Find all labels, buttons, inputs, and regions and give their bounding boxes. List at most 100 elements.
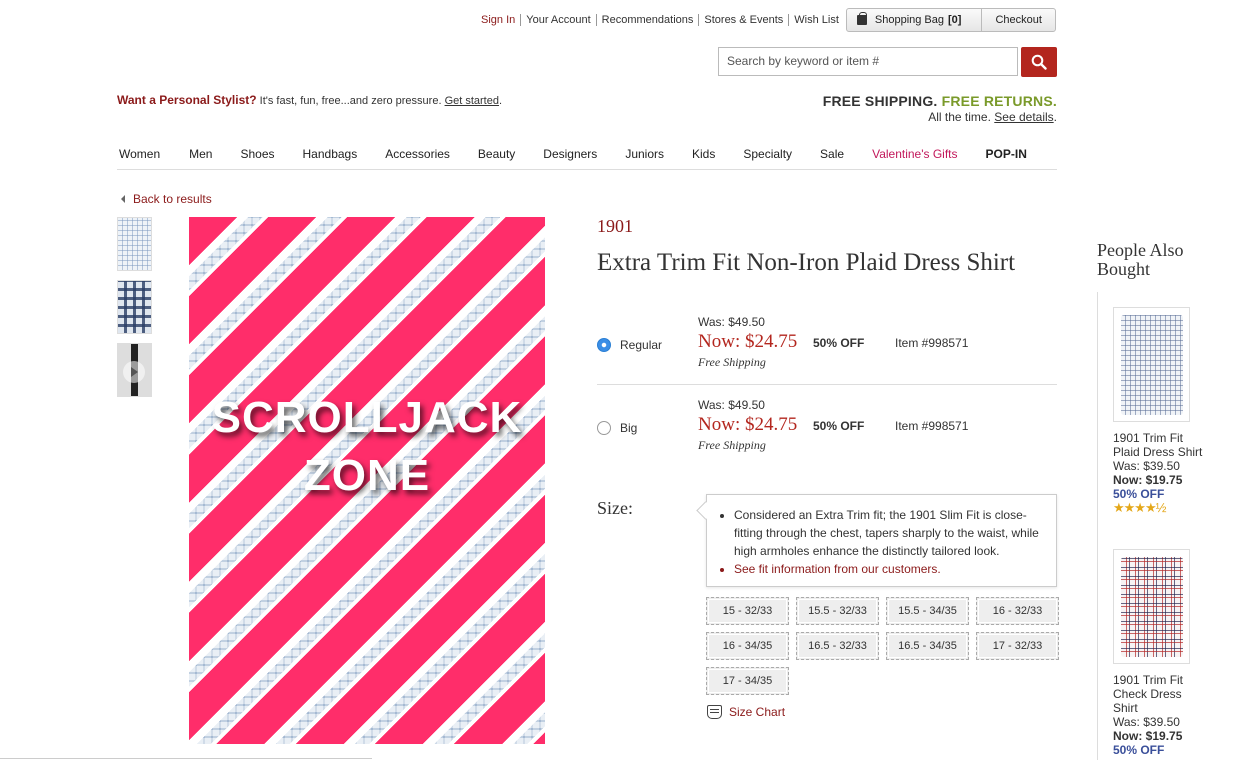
back-label: Back to results — [133, 192, 212, 206]
scrolljack-line2: ZONE — [303, 451, 431, 500]
was-price: Was: $49.50 — [698, 398, 765, 412]
stores-events-link[interactable]: Stores & Events — [699, 14, 790, 26]
option-label: Regular — [620, 338, 663, 352]
item-number: Item #998571 — [895, 419, 969, 433]
size-option[interactable]: 17 - 32/33 — [976, 632, 1059, 660]
see-details-link[interactable]: See details — [994, 110, 1053, 124]
size-option[interactable]: 16 - 34/35 — [706, 632, 789, 660]
size-chart-icon — [707, 705, 722, 719]
shirt-thumbnail — [1120, 556, 1183, 657]
pab-product-image[interactable] — [1113, 549, 1190, 664]
pab-now-price: $19.75 — [1145, 729, 1183, 743]
free-shipping-note: Free Shipping — [698, 438, 766, 452]
option-label: Big — [620, 421, 638, 435]
play-icon — [123, 361, 145, 383]
nav-women[interactable]: Women — [119, 147, 160, 161]
utility-bar: Sign In Your Account Recommendations Sto… — [476, 8, 1056, 32]
nav-specialty[interactable]: Specialty — [743, 147, 792, 161]
pab-divider — [1097, 292, 1098, 760]
pab-product-image[interactable] — [1113, 307, 1190, 422]
scrolljack-line1: SCROLLJACK — [211, 393, 523, 442]
product-brand[interactable]: 1901 — [597, 216, 633, 237]
size-option[interactable]: 15.5 - 32/33 — [796, 597, 879, 625]
size-chart-link[interactable]: Size Chart — [707, 705, 785, 719]
size-option[interactable]: 15.5 - 34/35 — [886, 597, 969, 625]
pab-product-name[interactable]: 1901 Trim Fit Check Dress Shirt — [1113, 673, 1203, 715]
pab-product-name[interactable]: 1901 Trim Fit Plaid Dress Shirt — [1113, 431, 1203, 459]
stylist-period: . — [498, 95, 503, 107]
nav-shoes[interactable]: Shoes — [240, 147, 274, 161]
radio-regular[interactable] — [597, 338, 611, 352]
recommendations-link[interactable]: Recommendations — [597, 14, 700, 26]
nav-designers[interactable]: Designers — [543, 147, 597, 161]
people-also-bought-title: People Also Bought — [1097, 240, 1184, 279]
nav-kids[interactable]: Kids — [692, 147, 715, 161]
bag-count: [0] — [948, 14, 962, 26]
pab-discount: 50% OFF — [1113, 743, 1165, 757]
sign-in-link[interactable]: Sign In — [476, 14, 522, 26]
product-title: Extra Trim Fit Non-Iron Plaid Dress Shir… — [597, 249, 1016, 276]
nav-men[interactable]: Men — [189, 147, 212, 161]
nav-juniors[interactable]: Juniors — [625, 147, 664, 161]
now-price: Now: $24.75 — [698, 331, 798, 352]
rating-stars-icon: ★★★★½ — [1113, 500, 1166, 515]
ship-period: . — [1053, 110, 1057, 124]
pab-was-price: Was: $39.50 — [1113, 459, 1180, 473]
discount-badge: 50% OFF — [813, 336, 865, 350]
shopping-bag-group: Shopping Bag [0] Checkout — [845, 8, 1056, 32]
shipping-sub: All the time. See details. — [823, 110, 1057, 124]
was-price: Was: $49.50 — [698, 315, 765, 329]
size-chart-label: Size Chart — [729, 705, 786, 719]
pab-product-info: 1901 Trim Fit Check Dress Shirt Was: $39… — [1113, 673, 1203, 757]
option-big[interactable]: Big Was: $49.50 Now: $24.75 50% OFF Item… — [597, 397, 1057, 469]
thumbnail-fabric[interactable] — [117, 280, 152, 334]
stylist-promo: Want a Personal Stylist? It's fast, fun,… — [117, 93, 502, 107]
fit-info-link[interactable]: See fit information from our customers. — [734, 560, 1042, 578]
nav-handbags[interactable]: Handbags — [303, 147, 358, 161]
main-nav: Women Men Shoes Handbags Accessories Bea… — [117, 138, 1057, 170]
shirt-thumbnail — [1120, 314, 1183, 415]
size-option[interactable]: 15 - 32/33 — [706, 597, 789, 625]
nav-valentines-gifts[interactable]: Valentine's Gifts — [872, 147, 957, 161]
free-shipping-text: FREE SHIPPING. — [822, 93, 938, 109]
nav-beauty[interactable]: Beauty — [478, 147, 515, 161]
pab-product-info: 1901 Trim Fit Plaid Dress Shirt Was: $39… — [1113, 431, 1203, 515]
size-option[interactable]: 16.5 - 32/33 — [796, 632, 879, 660]
thumbnail-video[interactable] — [117, 343, 152, 397]
wish-list-link[interactable]: Wish List — [789, 14, 844, 26]
pab-discount: 50% OFF — [1113, 487, 1165, 501]
free-returns-text: FREE RETURNS. — [941, 93, 1057, 109]
get-started-link[interactable]: Get started — [445, 95, 499, 107]
shopping-bag-label: Shopping Bag — [874, 14, 945, 26]
bottom-divider — [0, 758, 372, 759]
shipping-headline: FREE SHIPPING. FREE RETURNS. — [823, 93, 1057, 109]
product-main-image[interactable]: SCROLLJACK ZONE — [189, 217, 545, 744]
pab-was-price: Was: $39.50 — [1113, 715, 1180, 729]
option-regular[interactable]: Regular Was: $49.50 Now: $24.75 50% OFF … — [597, 314, 1057, 385]
nav-accessories[interactable]: Accessories — [385, 147, 450, 161]
pab-now-label: Now: — [1113, 473, 1143, 487]
stylist-text: It's fast, fun, free...and zero pressure… — [256, 95, 445, 107]
stylist-heading: Want a Personal Stylist? — [117, 93, 257, 107]
thumbnail-front[interactable] — [117, 217, 152, 271]
size-label: Size: — [597, 498, 633, 518]
nav-pop-in[interactable]: POP-IN — [986, 147, 1027, 161]
free-shipping-note: Free Shipping — [698, 355, 766, 369]
search-button[interactable] — [1021, 47, 1057, 77]
search-input[interactable]: Search by keyword or item # — [718, 47, 1018, 76]
your-account-link[interactable]: Your Account — [521, 14, 597, 26]
size-option[interactable]: 16 - 32/33 — [976, 597, 1059, 625]
fit-note: Considered an Extra Trim fit; the 1901 S… — [734, 506, 1042, 560]
shipping-promo: FREE SHIPPING. FREE RETURNS. All the tim… — [823, 93, 1057, 124]
shopping-bag-button[interactable]: Shopping Bag [0] — [847, 9, 983, 31]
radio-big[interactable] — [597, 421, 611, 435]
checkout-button[interactable]: Checkout — [982, 9, 1054, 31]
nav-sale[interactable]: Sale — [820, 147, 844, 161]
fit-tooltip: Considered an Extra Trim fit; the 1901 S… — [706, 494, 1057, 587]
scrolljack-overlay-text: SCROLLJACK ZONE — [189, 389, 545, 505]
size-option[interactable]: 16.5 - 34/35 — [886, 632, 969, 660]
back-arrow-icon — [121, 195, 125, 203]
back-to-results-link[interactable]: Back to results — [121, 192, 212, 206]
bag-icon — [856, 12, 867, 25]
size-option[interactable]: 17 - 34/35 — [706, 667, 789, 695]
